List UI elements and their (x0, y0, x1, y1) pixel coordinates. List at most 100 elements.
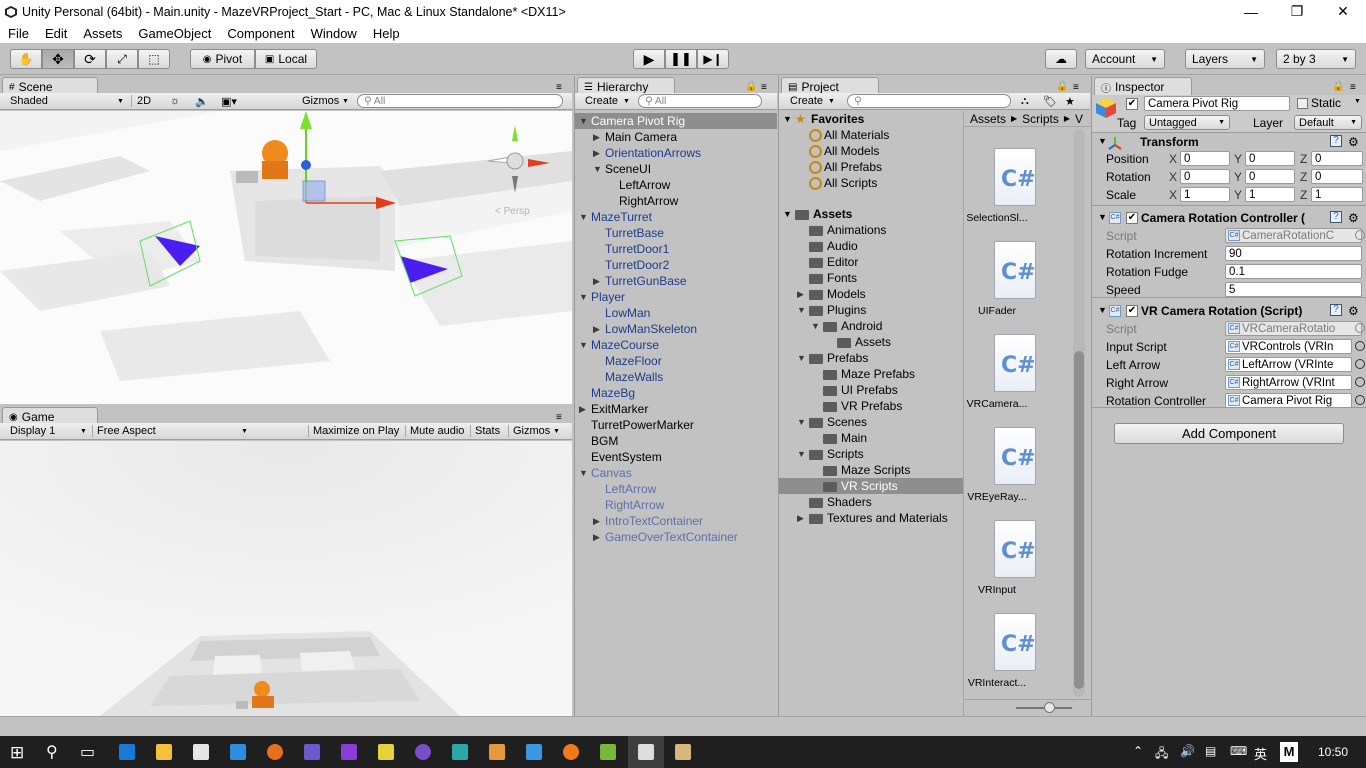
scene-search-input[interactable]: ⚲ All (357, 94, 563, 108)
favorites-item[interactable]: All Models (809, 143, 879, 159)
favorites-header[interactable]: ▼ ★ Favorites (783, 111, 864, 127)
hierarchy-item[interactable]: ▶ LowManSkeleton (575, 321, 777, 337)
favorites-item[interactable]: All Scripts (809, 175, 877, 191)
project-folder-item[interactable]: Editor (779, 254, 963, 270)
panel-menu-icon[interactable]: ≡ (761, 82, 767, 93)
property-value-field[interactable]: 5 (1225, 282, 1362, 297)
expand-arrow-icon[interactable]: ▼ (1098, 136, 1107, 146)
transform-y-field[interactable]: 0 (1245, 151, 1295, 166)
filter-label-icon[interactable]: 🏷 (1043, 95, 1057, 108)
project-create-button[interactable]: Create (790, 95, 823, 107)
maximize-on-play-toggle[interactable]: Maximize on Play (308, 425, 399, 437)
hierarchy-item[interactable]: ▼ MazeCourse (575, 337, 777, 353)
pivot-toggle-button[interactable]: ◉ Pivot (190, 49, 255, 69)
gear-icon[interactable]: ⚙ (1348, 135, 1359, 149)
expand-arrow-icon[interactable]: ▶ (797, 289, 804, 300)
expand-arrow-icon[interactable]: ▼ (579, 340, 588, 350)
breadcrumb-assets[interactable]: Assets (970, 112, 1006, 126)
hierarchy-item[interactable]: RightArrow (575, 497, 777, 513)
mute-audio-toggle[interactable]: Mute audio (405, 425, 464, 437)
lock-icon[interactable]: 🔒 (745, 81, 757, 92)
static-checkbox[interactable] (1297, 98, 1308, 109)
expand-arrow-icon[interactable]: ▼ (579, 468, 588, 478)
gear-icon[interactable]: ⚙ (1348, 211, 1359, 225)
scale-tool-button[interactable]: ⤢ (106, 49, 138, 69)
favorite-star-icon[interactable]: ★ (1065, 95, 1075, 108)
panel-menu-icon[interactable]: ≡ (1073, 82, 1079, 93)
clock[interactable]: 10:50 (1318, 745, 1348, 759)
object-reference-field[interactable]: C# LeftArrow (VRInte (1225, 357, 1352, 372)
object-picker-icon[interactable] (1355, 395, 1365, 405)
zoom-slider-thumb[interactable] (1044, 702, 1055, 713)
expand-arrow-icon[interactable]: ▶ (593, 516, 600, 527)
project-folder-item[interactable]: VR Prefabs (779, 398, 963, 414)
favorites-item[interactable]: All Materials (809, 127, 889, 143)
blender-icon[interactable] (563, 744, 579, 760)
hierarchy-item[interactable]: TurretDoor2 (575, 257, 777, 273)
app-orange-icon[interactable] (489, 744, 505, 760)
panel-menu-icon[interactable]: ≡ (556, 82, 562, 93)
menu-gameobject[interactable]: GameObject (130, 26, 219, 41)
pause-button[interactable]: ❚❚ (665, 49, 697, 69)
app-tan-icon[interactable] (675, 744, 691, 760)
expand-arrow-icon[interactable]: ▶ (593, 132, 600, 143)
layer-dropdown[interactable]: Default ▼ (1294, 115, 1362, 130)
menu-assets[interactable]: Assets (75, 26, 130, 41)
object-picker-icon[interactable] (1355, 341, 1365, 351)
hierarchy-item[interactable]: LowMan (575, 305, 777, 321)
hierarchy-item[interactable]: ▶ OrientationArrows (575, 145, 777, 161)
expand-arrow-icon[interactable]: ▼ (797, 305, 806, 315)
help-book-icon[interactable]: ? (1330, 135, 1342, 147)
project-search-input[interactable]: ⚲ (847, 94, 1011, 108)
hierarchy-item[interactable]: ▶ GameOverTextContainer (575, 529, 777, 545)
transform-x-field[interactable]: 0 (1180, 169, 1230, 184)
project-scrollbar[interactable] (1073, 129, 1085, 697)
tag-dropdown[interactable]: Untagged ▼ (1144, 115, 1230, 130)
message-icon[interactable]: ▤ (1205, 744, 1216, 758)
project-folder-item[interactable]: ▼ Scripts (779, 446, 963, 462)
transform-y-field[interactable]: 1 (1245, 187, 1295, 202)
lock-icon[interactable]: 🔒 (1056, 81, 1068, 92)
project-folder-item[interactable]: UI Prefabs (779, 382, 963, 398)
expand-arrow-icon[interactable]: ▼ (579, 116, 588, 126)
project-folder-item[interactable]: Audio (779, 238, 963, 254)
object-reference-field[interactable]: C# RightArrow (VRInt (1225, 375, 1352, 390)
task-view-icon[interactable]: ▭ (80, 742, 95, 762)
expand-arrow-icon[interactable]: ▶ (593, 324, 600, 335)
display-dropdown[interactable]: Display 1 (10, 425, 55, 437)
transform-x-field[interactable]: 1 (1180, 187, 1230, 202)
layers-dropdown[interactable]: Layers ▼ (1185, 49, 1265, 69)
hierarchy-item[interactable]: ▶ ExitMarker (575, 401, 777, 417)
chevron-down-icon[interactable]: ▼ (1354, 98, 1361, 105)
close-button[interactable]: ✕ (1320, 0, 1366, 23)
app-l-icon[interactable] (378, 744, 394, 760)
edge-browser-icon[interactable] (119, 744, 135, 760)
transform-y-field[interactable]: 0 (1245, 169, 1295, 184)
store-icon[interactable] (193, 744, 209, 760)
object-reference-field[interactable]: C# Camera Pivot Rig (1225, 393, 1352, 408)
expand-arrow-icon[interactable]: ▼ (811, 321, 820, 331)
hierarchy-item[interactable]: ▼ Camera Pivot Rig (575, 113, 777, 129)
gear-icon[interactable]: ⚙ (1348, 304, 1359, 318)
menu-window[interactable]: Window (303, 26, 365, 41)
script-file[interactable]: C# (986, 148, 1036, 206)
restore-button[interactable]: ❐ (1274, 0, 1320, 23)
hierarchy-item[interactable]: ▼ MazeTurret (575, 209, 777, 225)
component-enabled-checkbox[interactable]: ✔ (1126, 305, 1138, 317)
firefox-icon[interactable] (267, 744, 283, 760)
scrollbar-thumb[interactable] (1074, 351, 1084, 689)
cloud-button[interactable]: ☁ (1045, 49, 1077, 69)
breadcrumb-scripts[interactable]: Scripts (1022, 112, 1059, 126)
expand-arrow-icon[interactable]: ▼ (1098, 212, 1107, 222)
transform-z-field[interactable]: 0 (1311, 169, 1363, 184)
hierarchy-item[interactable]: ▶ TurretGunBase (575, 273, 777, 289)
hierarchy-item[interactable]: ▼ SceneUI (575, 161, 777, 177)
aspect-dropdown[interactable]: Free Aspect (92, 425, 156, 437)
hierarchy-item[interactable]: MazeFloor (575, 353, 777, 369)
menu-help[interactable]: Help (365, 26, 408, 41)
scene-gizmos-dropdown[interactable]: Gizmos (302, 95, 339, 107)
project-folder-item[interactable]: ▼ Scenes (779, 414, 963, 430)
account-dropdown[interactable]: Account ▼ (1085, 49, 1165, 69)
filter-type-icon[interactable]: ⛬ (1021, 95, 1029, 108)
layout-dropdown[interactable]: 2 by 3 ▼ (1276, 49, 1356, 69)
